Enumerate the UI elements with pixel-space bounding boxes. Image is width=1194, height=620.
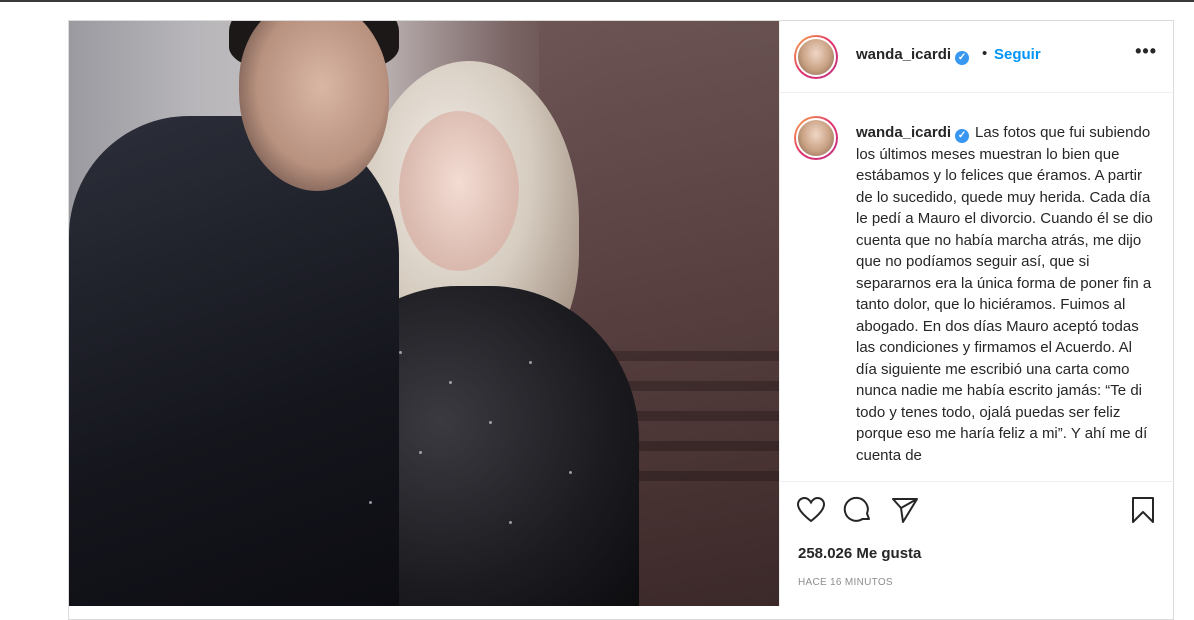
likes-count[interactable]: 258.026 Me gusta xyxy=(798,545,921,562)
follow-button[interactable]: Seguir xyxy=(994,46,1041,63)
verified-badge-icon: ✓ xyxy=(955,51,970,65)
post-header: wanda_icardi ✓ • Seguir ••• xyxy=(780,21,1175,93)
browser-top-edge xyxy=(0,0,1194,2)
header-username[interactable]: wanda_icardi xyxy=(856,46,951,63)
caption-area[interactable]: wanda_icardi ✓ Las fotos que fui subiendo … xyxy=(780,94,1175,482)
instagram-post: wanda_icardi ✓ • Seguir ••• wanda_icardi ✓… xyxy=(68,20,1175,620)
more-options-icon[interactable]: ••• xyxy=(1135,41,1157,62)
caption-avatar[interactable] xyxy=(794,116,838,160)
paper-plane-icon[interactable] xyxy=(890,495,920,525)
heart-icon[interactable] xyxy=(796,495,826,525)
post-timestamp[interactable]: HACE 16 MINUTOS xyxy=(798,577,893,588)
post-photo[interactable] xyxy=(69,21,779,606)
photo-man-suit xyxy=(69,116,399,606)
post-caption: wanda_icardi ✓ Las fotos que fui subiendo … xyxy=(856,122,1156,466)
comment-icon[interactable] xyxy=(843,495,873,525)
avatar[interactable] xyxy=(794,35,838,79)
post-sidebar: wanda_icardi ✓ • Seguir ••• wanda_icardi ✓… xyxy=(779,21,1175,606)
caption-text: Las fotos que fui subiendo los últimos m… xyxy=(856,124,1153,464)
caption-username[interactable]: wanda_icardi xyxy=(856,124,951,141)
separator-dot: • xyxy=(982,45,988,62)
action-bar xyxy=(780,489,1175,529)
verified-badge-icon: ✓ xyxy=(955,129,970,143)
bookmark-icon[interactable] xyxy=(1128,495,1158,525)
photo-woman-face xyxy=(399,111,519,271)
